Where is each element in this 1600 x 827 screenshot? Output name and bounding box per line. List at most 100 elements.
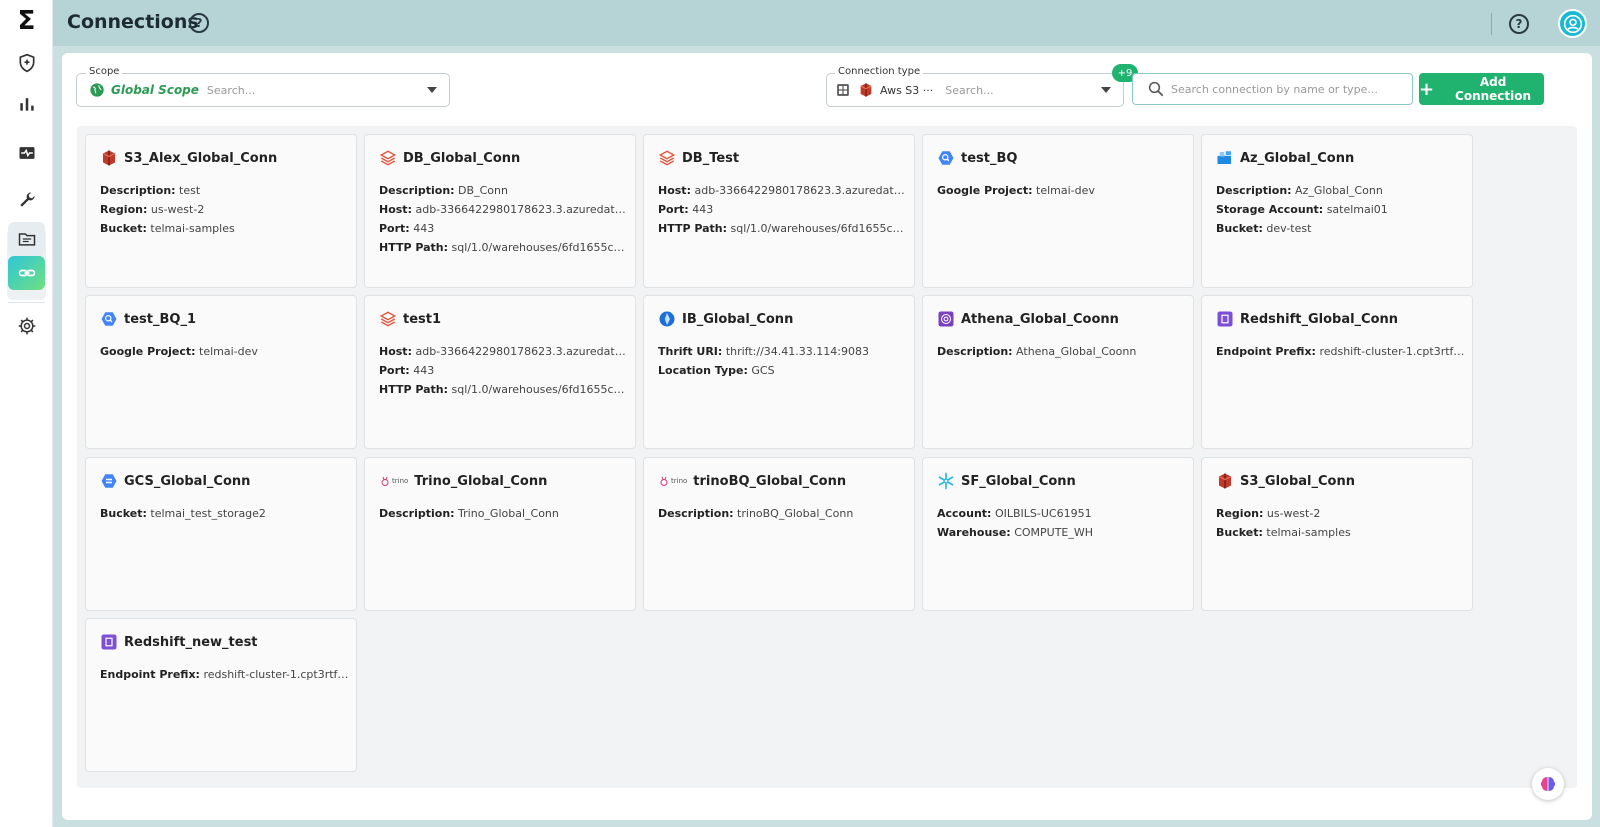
detail-key: Port: [379, 364, 410, 377]
redshift-icon [1216, 310, 1234, 328]
connection-card-title: trino Trino_Global_Conn [379, 472, 547, 490]
bigquery-icon [100, 310, 118, 328]
scope-label: Scope [86, 66, 123, 77]
nav-tools[interactable] [8, 183, 45, 217]
connection-details: Description: trinoBQ_Global_Conn [658, 504, 908, 523]
connection-detail-row: Region: us-west-2 [100, 200, 350, 219]
connection-detail-row: Description: test [100, 181, 350, 200]
nav-data-sources[interactable] [8, 222, 45, 256]
main-panel: Global Scope Search... Scope Aws S3 ··· … [62, 53, 1592, 820]
connection-card[interactable]: SF_Global_Conn Account: OILBILS-UC61951 Wa… [922, 457, 1194, 611]
connection-details: Endpoint Prefix: redshift-cluster-1.cpt3… [1216, 342, 1466, 361]
connection-type-search-placeholder[interactable]: Search... [945, 84, 993, 97]
connection-card[interactable]: Redshift_Global_Conn Endpoint Prefix: red… [1201, 295, 1473, 449]
connection-card-title: test_BQ [937, 149, 1017, 167]
detail-value: OILBILS-UC61951 [994, 507, 1092, 520]
detail-key: Description: [1216, 184, 1292, 197]
connection-card-title: Athena_Global_Coonn [937, 310, 1119, 328]
redshift-icon [100, 633, 118, 651]
connection-card[interactable]: test_BQ_1 Google Project: telmai-dev [85, 295, 357, 449]
avatar[interactable] [1558, 9, 1587, 38]
connection-details: Host: adb-3366422980178623.3.azuredatab.… [379, 342, 629, 399]
connection-card-title: S3_Alex_Global_Conn [100, 149, 277, 167]
detail-value: us-west-2 [1266, 507, 1321, 520]
connection-card[interactable]: test1 Host: adb-3366422980178623.3.azured… [364, 295, 636, 449]
connection-name: Redshift_Global_Conn [1240, 311, 1399, 327]
snowflake-icon [937, 472, 955, 490]
connection-name: test_BQ [961, 150, 1018, 166]
add-connection-button[interactable]: + Add Connection [1419, 73, 1544, 105]
connection-detail-row: Endpoint Prefix: redshift-cluster-1.cpt3… [1216, 342, 1466, 361]
detail-key: Thrift URI: [658, 345, 723, 358]
connection-card[interactable]: GCS_Global_Conn Bucket: telmai_test_stora… [85, 457, 357, 611]
search-input[interactable] [1171, 82, 1411, 96]
connection-card[interactable]: S3_Alex_Global_Conn Description: test Regi… [85, 134, 357, 288]
connection-card[interactable]: DB_Global_Conn Description: DB_Conn Host: … [364, 134, 636, 288]
detail-key: Host: [379, 203, 412, 216]
detail-value: 443 [413, 222, 435, 235]
scope-search-placeholder[interactable]: Search... [207, 84, 255, 97]
connection-detail-row: Description: Az_Global_Conn [1216, 181, 1466, 200]
nav-monitoring[interactable] [8, 136, 45, 170]
detail-value: adb-3366422980178623.3.azuredatab... [415, 345, 629, 358]
connection-detail-row: Bucket: telmai-samples [1216, 523, 1466, 542]
connection-card[interactable]: Redshift_new_test Endpoint Prefix: redshi… [85, 618, 357, 772]
connection-detail-row: Account: OILBILS-UC61951 [937, 504, 1187, 523]
detail-value: GCS [751, 364, 775, 377]
assistant-button[interactable] [1532, 768, 1564, 800]
trino-icon: trino [379, 472, 408, 490]
connection-details: Description: Trino_Global_Conn [379, 504, 629, 523]
help-icon[interactable]: ? [1509, 14, 1529, 34]
connection-card[interactable]: trino trinoBQ_Global_Conn Description: tri… [643, 457, 915, 611]
help-icon[interactable]: ? [189, 13, 209, 33]
nav-analytics[interactable] [8, 87, 45, 121]
detail-key: Description: [379, 184, 455, 197]
detail-key: Region: [100, 203, 148, 216]
connection-card[interactable]: DB_Test Host: adb-3366422980178623.3.azur… [643, 134, 915, 288]
connection-name: DB_Test [682, 150, 740, 166]
connection-details: Endpoint Prefix: redshift-cluster-1.cpt3… [100, 665, 350, 684]
detail-value: telmai-dev [1036, 184, 1095, 197]
connection-details: Description: Athena_Global_Coonn [937, 342, 1187, 361]
connection-details: Account: OILBILS-UC61951 Warehouse: COMPU… [937, 504, 1187, 542]
connection-card[interactable]: Az_Global_Conn Description: Az_Global_Con… [1201, 134, 1473, 288]
connection-detail-row: Description: Trino_Global_Conn [379, 504, 629, 523]
top-header: Connections ? ? [53, 0, 1600, 46]
sidebar: Σ [0, 0, 53, 827]
detail-value: DB_Conn [458, 184, 508, 197]
databricks-icon [379, 310, 397, 328]
connection-card-title: GCS_Global_Conn [100, 472, 250, 490]
nav-governance[interactable] [8, 46, 45, 80]
detail-key: Bucket: [1216, 526, 1263, 539]
detail-value: Az_Global_Conn [1295, 184, 1383, 197]
connection-name: Redshift_new_test [124, 634, 258, 650]
connection-search[interactable] [1132, 73, 1413, 105]
chevron-down-icon[interactable] [1101, 87, 1111, 93]
connection-detail-row: Bucket: telmai-samples [100, 219, 350, 238]
connection-detail-row: Google Project: telmai-dev [937, 181, 1187, 200]
detail-key: Endpoint Prefix: [1216, 345, 1316, 358]
connection-card[interactable]: trino Trino_Global_Conn Description: Trino… [364, 457, 636, 611]
scope-select[interactable]: Global Scope Search... [76, 73, 450, 107]
aws-s3-icon [100, 149, 118, 167]
folder-icon [18, 233, 35, 246]
detail-value: COMPUTE_WH [1014, 526, 1094, 539]
detail-value: Trino_Global_Conn [458, 507, 559, 520]
chevron-down-icon[interactable] [427, 87, 437, 93]
connection-card[interactable]: test_BQ Google Project: telmai-dev [922, 134, 1194, 288]
connection-detail-row: Host: adb-3366422980178623.3.azuredatab.… [379, 342, 629, 361]
connection-card[interactable]: S3_Global_Conn Region: us-west-2 Bucket: t… [1201, 457, 1473, 611]
connection-type-select[interactable]: Aws S3 ··· Search... [826, 73, 1124, 107]
detail-value: sql/1.0/warehouses/6fd1655c35... [730, 222, 908, 235]
connection-card[interactable]: Athena_Global_Coonn Description: Athena_G… [922, 295, 1194, 449]
app-logo[interactable]: Σ [0, 6, 53, 36]
connection-name: S3_Alex_Global_Conn [124, 150, 278, 166]
connection-name: Athena_Global_Coonn [961, 311, 1119, 327]
detail-key: Bucket: [1216, 222, 1263, 235]
nav-settings[interactable] [8, 309, 45, 343]
nav-connections[interactable] [8, 256, 45, 290]
detail-key: Region: [1216, 507, 1264, 520]
detail-key: Google Project: [100, 345, 196, 358]
detail-value: trinoBQ_Global_Conn [737, 507, 854, 520]
connection-card[interactable]: IB_Global_Conn Thrift URI: thrift://34.41… [643, 295, 915, 449]
